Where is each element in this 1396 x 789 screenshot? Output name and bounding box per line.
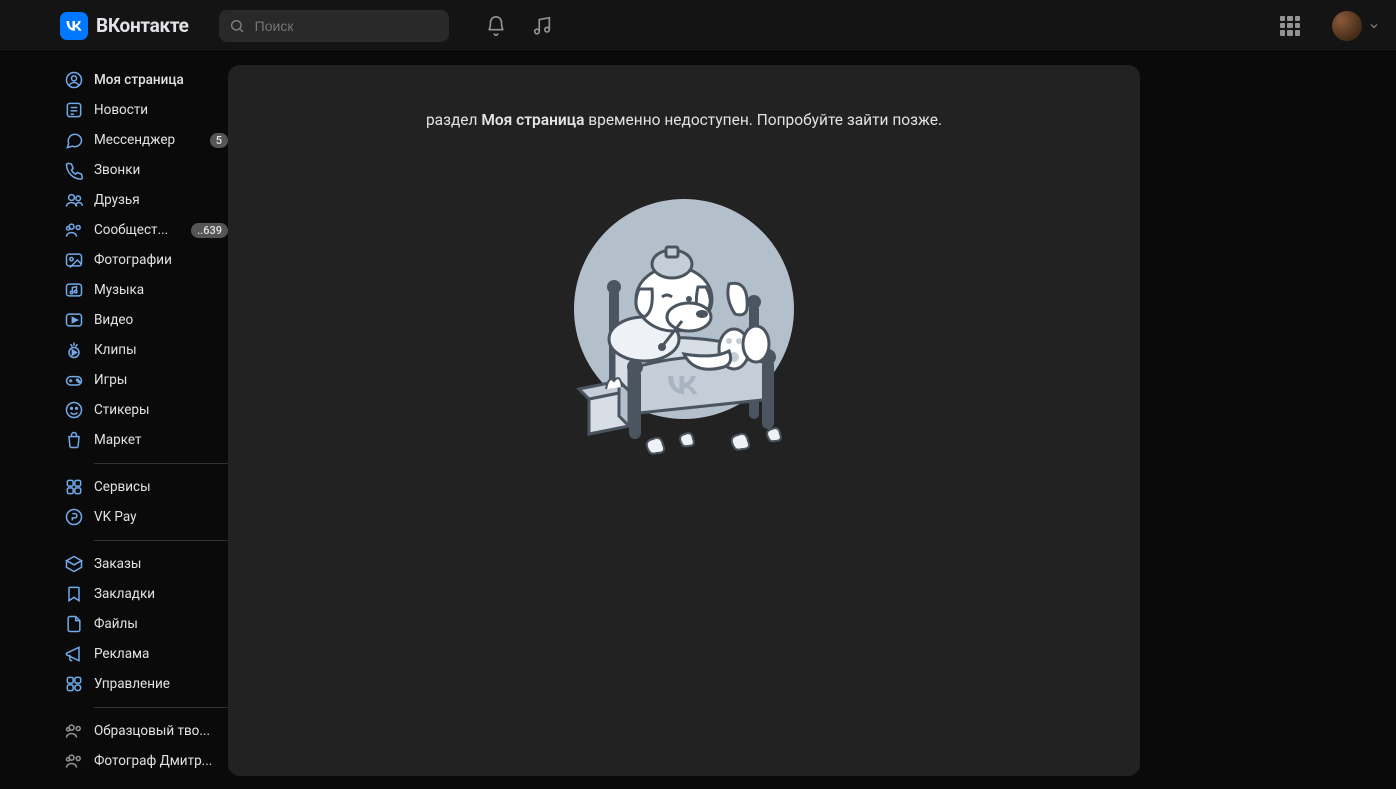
sidebar-item-friends[interactable]: Друзья [64,185,228,215]
apps-grid-icon[interactable] [1280,16,1300,36]
sidebar-item-chat[interactable]: Мессенджер 5 [64,125,228,155]
main-panel: раздел Моя страница временно недоступен.… [228,65,1140,776]
logo-text: ВКонтакте [96,14,189,37]
orders-icon [64,554,84,574]
sidebar-item-label: VK Pay [94,509,228,525]
badge: 5 [210,133,228,148]
notifications-icon[interactable] [485,15,507,37]
sidebar-item-label: Маркет [94,432,228,448]
community-icon [64,220,84,240]
sidebar-item-community[interactable]: Фотограф Дмитр... [64,746,228,776]
sidebar-item-label: Закладки [94,586,228,602]
sidebar-item-community[interactable]: Образцовый тво... [64,716,228,746]
sidebar-item-news[interactable]: Новости [64,95,228,125]
community-icon [64,721,84,741]
msg-bold: Моя страница [481,111,584,129]
sidebar-item-label: Мессенджер [94,132,206,148]
community-icon [64,751,84,771]
sidebar-item-label: Фотографии [94,252,228,268]
files-icon [64,614,84,634]
search-input[interactable] [255,18,439,34]
user-menu[interactable] [1332,11,1380,41]
friends-icon [64,190,84,210]
photo-icon [64,250,84,270]
sidebar-item-services[interactable]: Сервисы [64,472,228,502]
badge: ..639 [191,223,228,238]
chat-icon [64,130,84,150]
sidebar: Моя страница Новости Мессенджер 5 Звонки Друз… [64,65,228,776]
search-container[interactable] [219,10,449,42]
market-icon [64,430,84,450]
sidebar-item-label: Стикеры [94,402,228,418]
sidebar-item-label: Видео [94,312,228,328]
sidebar-item-market[interactable]: Маркет [64,425,228,455]
logo[interactable]: ВКонтакте [60,12,189,40]
sidebar-item-photo[interactable]: Фотографии [64,245,228,275]
phone-icon [64,160,84,180]
sidebar-item-label: Реклама [94,646,228,662]
avatar [1332,11,1362,41]
clips-icon [64,340,84,360]
services-icon [64,477,84,497]
stickers-icon [64,400,84,420]
sidebar-item-stickers[interactable]: Стикеры [64,395,228,425]
sidebar-item-label: Фотограф Дмитр... [94,753,228,769]
sidebar-item-label: Файлы [94,616,228,632]
sidebar-item-bookmarks[interactable]: Закладки [64,579,228,609]
chevron-down-icon [1368,20,1380,32]
msg-prefix: раздел [426,111,481,129]
sidebar-item-phone[interactable]: Звонки [64,155,228,185]
sidebar-item-manage[interactable]: Управление [64,669,228,699]
sidebar-item-files[interactable]: Файлы [64,609,228,639]
sidebar-item-label: Игры [94,372,228,388]
msg-suffix: временно недоступен. Попробуйте зайти по… [584,111,942,129]
sidebar-item-ads[interactable]: Реклама [64,639,228,669]
sidebar-item-label: Музыка [94,282,228,298]
sidebar-item-label: Друзья [94,192,228,208]
sidebar-item-video[interactable]: Видео [64,305,228,335]
sidebar-item-label: Сообщест... [94,222,187,238]
divider [94,463,228,464]
sidebar-item-clips[interactable]: Клипы [64,335,228,365]
bookmarks-icon [64,584,84,604]
header: ВКонтакте [0,0,1396,52]
search-icon [229,18,245,34]
sidebar-item-label: Моя страница [94,72,228,88]
sidebar-item-user-circle[interactable]: Моя страница [64,65,228,95]
divider [94,540,228,541]
sidebar-item-label: Новости [94,102,228,118]
sidebar-item-label: Клипы [94,342,228,358]
sidebar-item-label: Управление [94,676,228,692]
user-circle-icon [64,70,84,90]
sidebar-item-pay[interactable]: VK Pay [64,502,228,532]
news-icon [64,100,84,120]
vk-logo-icon [60,12,88,40]
pay-icon [64,507,84,527]
ads-icon [64,644,84,664]
sidebar-item-community[interactable]: Сообщест... ..639 [64,215,228,245]
music-icon [64,280,84,300]
sidebar-item-music[interactable]: Музыка [64,275,228,305]
sidebar-item-orders[interactable]: Заказы [64,549,228,579]
sidebar-item-label: Сервисы [94,479,228,495]
games-icon [64,370,84,390]
music-icon[interactable] [531,15,553,37]
sidebar-item-label: Звонки [94,162,228,178]
error-message: раздел Моя страница временно недоступен.… [426,111,942,129]
sidebar-item-label: Заказы [94,556,228,572]
video-icon [64,310,84,330]
sidebar-item-games[interactable]: Игры [64,365,228,395]
sick-dog-illustration [534,169,834,469]
divider [94,707,228,708]
manage-icon [64,674,84,694]
sidebar-item-label: Образцовый тво... [94,723,228,739]
